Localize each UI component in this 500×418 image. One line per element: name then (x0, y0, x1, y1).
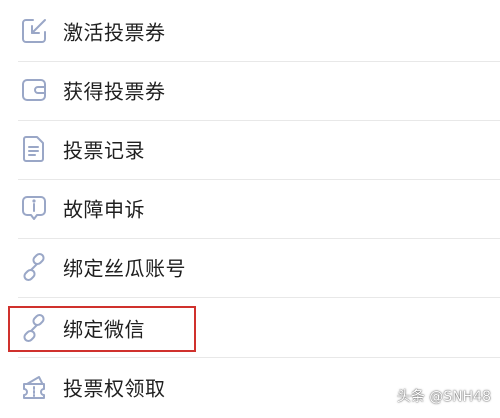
menu-item-label: 激活投票券 (63, 20, 166, 45)
activate-arrow-icon (19, 16, 49, 46)
menu-item-label: 投票记录 (63, 138, 145, 163)
menu-item-activate-vote-ticket[interactable]: 激活投票券 (0, 2, 500, 60)
menu-item-get-vote-ticket[interactable]: 获得投票券 (0, 61, 500, 119)
menu-item-label: 获得投票券 (63, 79, 166, 104)
watermark: 头条 @SNH48 (397, 386, 491, 406)
watermark-text: 头条 @SNH48 (396, 389, 491, 405)
menu-item-label: 绑定丝瓜账号 (63, 256, 186, 281)
wallet-icon (19, 75, 49, 105)
menu-item-bind-sigua-account[interactable]: 绑定丝瓜账号 (0, 238, 500, 296)
menu-item-label: 投票权领取 (63, 376, 166, 401)
menu-item-label: 绑定微信 (63, 317, 145, 342)
menu-item-fault-appeal[interactable]: 故障申诉 (0, 179, 500, 237)
menu-item-label: 故障申诉 (63, 197, 145, 222)
document-icon (19, 134, 49, 164)
ticket-icon (19, 372, 49, 402)
link-icon (19, 313, 49, 343)
info-bubble-icon (19, 193, 49, 223)
menu-item-bind-wechat[interactable]: 绑定微信 (0, 299, 500, 357)
menu-item-vote-records[interactable]: 投票记录 (0, 120, 500, 178)
link-icon (19, 252, 49, 282)
divider (18, 297, 500, 298)
